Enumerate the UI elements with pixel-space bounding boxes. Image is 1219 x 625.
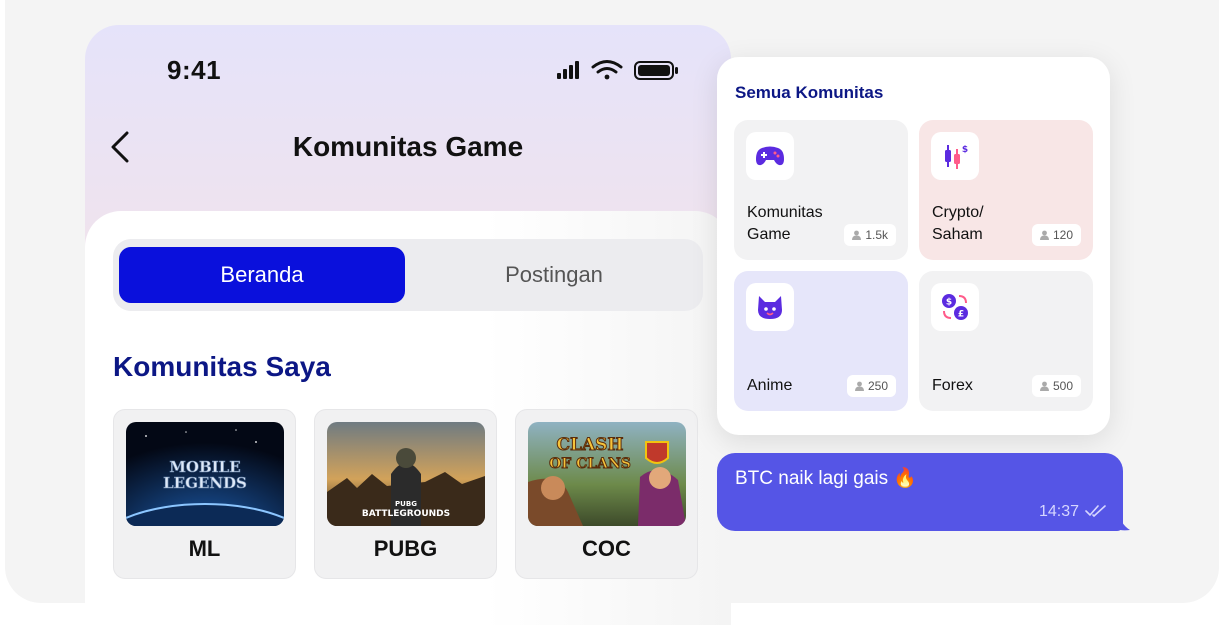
member-count-badge: 250	[846, 375, 896, 397]
chat-message-text: BTC naik lagi gais 🔥	[735, 468, 918, 489]
game-art-ml: MOBILE LEGENDS	[126, 422, 284, 526]
member-count: 1.5k	[865, 228, 888, 242]
svg-text:OF CLANS: OF CLANS	[549, 456, 631, 472]
svg-text:BATTLEGROUNDS: BATTLEGROUNDS	[362, 509, 450, 519]
tile-name: Anime	[747, 377, 793, 394]
tile-komunitas-game[interactable]: Komunitas Game 1.5k	[734, 120, 908, 260]
status-icons	[557, 60, 678, 80]
status-time: 9:41	[167, 55, 222, 85]
svg-text:£: £	[958, 310, 964, 320]
tab-beranda[interactable]: Beranda	[119, 247, 405, 303]
tile-crypto-saham[interactable]: $ Crypto/ Saham 120	[919, 120, 1093, 260]
phone-screen: 9:41 Komunitas Game Beranda Postingan Ko…	[85, 25, 731, 625]
all-communities-panel: Semua Komunitas Komunitas Game 1.5k $ Cr…	[717, 57, 1110, 435]
member-count-badge: 500	[1031, 375, 1081, 397]
community-label: COC	[582, 536, 631, 561]
tile-name: Komunitas Game	[747, 204, 823, 243]
user-icon	[1039, 381, 1049, 391]
member-count-badge: 1.5k	[844, 224, 896, 246]
tile-name: Forex	[932, 377, 973, 394]
user-icon	[1039, 230, 1049, 240]
tab-switcher: Beranda Postingan	[113, 239, 703, 311]
wifi-icon	[591, 60, 623, 80]
community-card-pubg[interactable]: PUBG BATTLEGROUNDS PUBG	[314, 409, 497, 579]
svg-text:LEGENDS: LEGENDS	[163, 474, 247, 492]
gamepad-icon	[746, 132, 794, 180]
candlestick-chart-icon: $	[931, 132, 979, 180]
community-label: PUBG	[373, 536, 438, 561]
game-art-pubg: PUBG BATTLEGROUNDS	[327, 422, 485, 526]
double-check-icon	[1085, 505, 1106, 518]
game-art-coc: CLASH OF CLANS	[528, 422, 686, 526]
member-count: 500	[1052, 379, 1073, 393]
content-sheet: Beranda Postingan Komunitas Saya MOBILE …	[85, 211, 731, 625]
community-card-ml[interactable]: MOBILE LEGENDS ML	[113, 409, 296, 579]
member-count: 250	[867, 379, 888, 393]
currency-exchange-icon: $ £	[931, 283, 979, 331]
tile-anime[interactable]: Anime 250	[734, 271, 908, 411]
signal-icon	[557, 61, 579, 79]
community-card-coc[interactable]: CLASH OF CLANS COC	[515, 409, 698, 579]
chat-message-time: 14:37	[1038, 503, 1079, 520]
member-count-badge: 120	[1031, 224, 1081, 246]
panel-title: Semua Komunitas	[735, 83, 884, 102]
battery-icon	[634, 61, 678, 80]
cat-face-icon	[746, 283, 794, 331]
member-count: 120	[1052, 228, 1073, 242]
svg-text:$: $	[962, 145, 968, 155]
pubg-logo-text: PUBG	[395, 500, 417, 508]
section-title-my-communities: Komunitas Saya	[113, 351, 331, 382]
chat-bubble: BTC naik lagi gais 🔥 14:37	[717, 453, 1123, 531]
user-icon	[854, 381, 864, 391]
page-title: Komunitas Game	[292, 131, 524, 162]
tab-postingan[interactable]: Postingan	[411, 247, 697, 303]
tile-name: Crypto/ Saham	[932, 204, 984, 243]
tile-forex[interactable]: $ £ Forex 500	[919, 271, 1093, 411]
coc-logo-text: CLASH	[556, 435, 623, 455]
svg-text:$: $	[946, 298, 952, 308]
community-label: ML	[188, 536, 221, 561]
user-icon	[852, 230, 862, 240]
